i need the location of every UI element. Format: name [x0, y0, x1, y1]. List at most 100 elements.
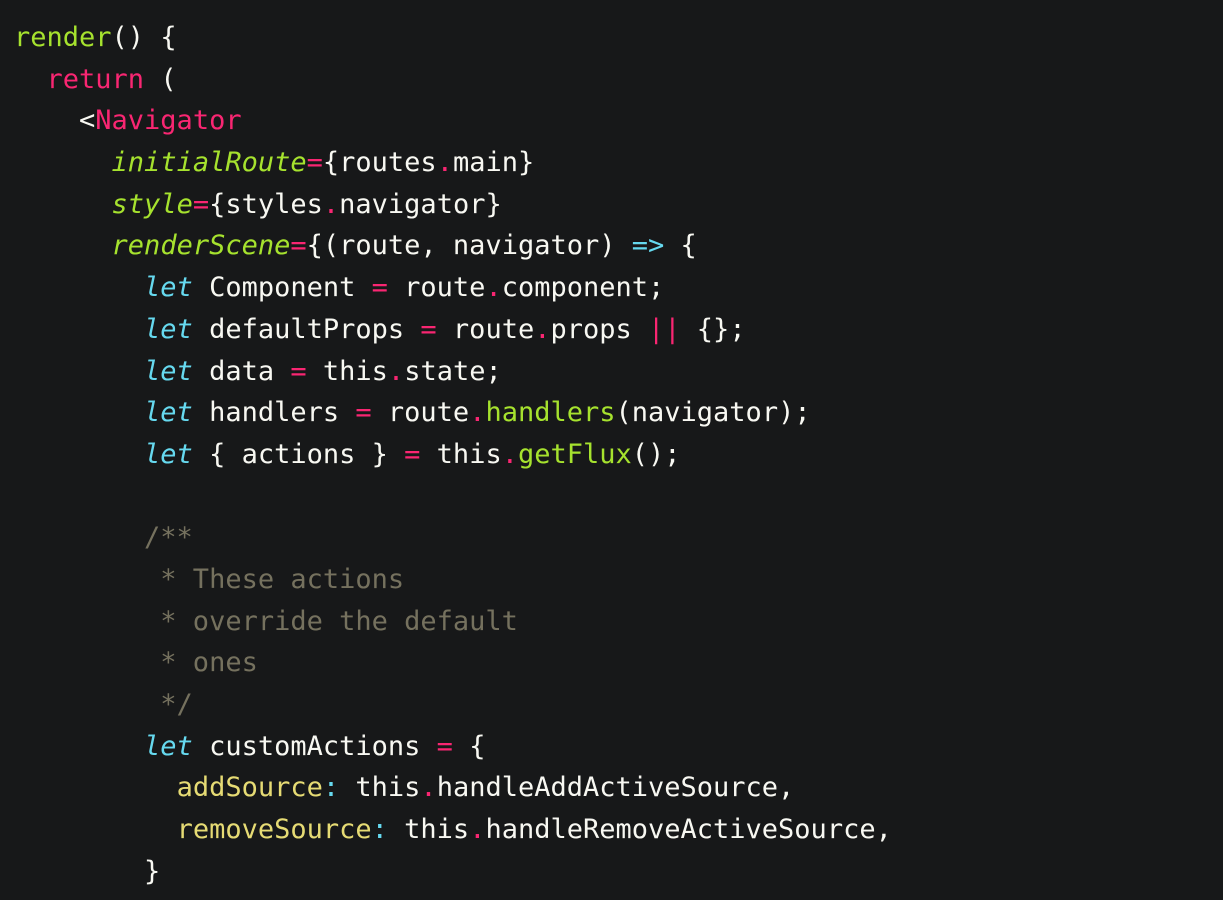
code-token: . — [485, 272, 502, 304]
code-token: let — [144, 438, 193, 470]
code-token: {styles — [209, 188, 323, 220]
code-token: = — [420, 313, 437, 345]
code-line: return ( — [14, 59, 892, 101]
code-token: = — [371, 272, 388, 304]
code-token: = — [290, 230, 307, 262]
code-token: (navigator); — [615, 397, 811, 429]
code-token: || — [648, 313, 681, 345]
code-token: state; — [404, 355, 502, 387]
code-line: <Navigator — [14, 100, 892, 142]
code-token: : — [371, 814, 388, 846]
code-token: this — [306, 355, 388, 387]
code-line: * override the default — [14, 601, 892, 643]
code-line: renderScene={(route, navigator) => { — [14, 225, 892, 267]
code-token: renderScene — [111, 230, 291, 262]
code-token: getFlux — [517, 438, 632, 470]
code-token: let — [144, 355, 193, 387]
code-line: */ — [14, 684, 892, 726]
code-token: . — [469, 814, 486, 846]
code-token: navigator} — [339, 188, 502, 220]
code-token: {routes — [322, 147, 437, 179]
code-token: main} — [452, 147, 535, 179]
code-line: let handlers = route.handlers(navigator)… — [14, 392, 892, 434]
code-token: * These actions — [14, 563, 405, 595]
code-token: route — [387, 272, 486, 304]
code-token: Component — [192, 272, 372, 304]
code-line: * These actions — [14, 559, 892, 601]
code-token: handlers — [192, 397, 356, 429]
code-token: { — [664, 230, 697, 262]
code-line: let customActions = { — [14, 726, 892, 768]
code-token: initialRoute — [111, 147, 307, 179]
code-token: ( — [144, 63, 177, 95]
code-line: style={styles.navigator} — [14, 184, 892, 226]
code-line: addSource: this.handleAddActiveSource, — [14, 767, 892, 809]
code-line: render() { — [14, 17, 892, 59]
code-token: route — [371, 397, 470, 429]
code-token: props — [550, 313, 649, 345]
code-token: = — [290, 355, 307, 387]
code-view[interactable]: render() { return ( <Navigator initialRo… — [14, 17, 892, 892]
code-token: data — [192, 355, 291, 387]
code-token: let — [144, 313, 193, 345]
code-token: handleRemoveActiveSource, — [485, 814, 892, 846]
code-line: let data = this.state; — [14, 351, 892, 393]
code-line: initialRoute={routes.main} — [14, 142, 892, 184]
code-token: let — [144, 397, 193, 429]
code-token: /** — [14, 522, 193, 554]
code-token: handlers — [485, 397, 616, 429]
code-token: {}; — [680, 313, 746, 345]
code-token: . — [534, 313, 551, 345]
code-token: defaultProps — [192, 313, 421, 345]
code-token: {(route, navigator) — [306, 230, 632, 262]
code-line: let { actions } = this.getFlux(); — [14, 434, 892, 476]
code-token: } — [14, 855, 161, 887]
code-token: customActions — [192, 730, 437, 762]
code-token: . — [420, 772, 437, 804]
code-token: = — [306, 147, 323, 179]
code-token: removeSource — [176, 814, 372, 846]
code-line: * ones — [14, 642, 892, 684]
code-token: Navigator — [95, 105, 242, 137]
code-token: { actions } — [192, 438, 405, 470]
code-token: = — [192, 188, 210, 220]
code-token: => — [631, 230, 665, 262]
code-line: removeSource: this.handleRemoveActiveSou… — [14, 809, 892, 851]
code-token: return — [46, 63, 145, 95]
code-token: * ones — [14, 647, 258, 679]
code-token: this — [387, 814, 470, 846]
code-token: addSource — [176, 772, 323, 804]
code-token: this — [339, 772, 421, 804]
code-token: handleAddActiveSource, — [436, 772, 795, 804]
code-token: this — [420, 438, 502, 470]
code-editor[interactable]: render() { return ( <Navigator initialRo… — [0, 0, 1223, 900]
code-token: let — [144, 730, 193, 762]
code-token: = — [436, 730, 453, 762]
code-token: */ — [14, 689, 193, 720]
code-line: let defaultProps = route.props || {}; — [14, 309, 892, 351]
code-token: () { — [111, 22, 177, 53]
code-token: component; — [501, 272, 665, 304]
code-token: (); — [631, 438, 681, 470]
code-line: let Component = route.component; — [14, 267, 892, 309]
code-token: < — [14, 105, 96, 137]
code-token: = — [355, 397, 372, 429]
code-token: render — [14, 22, 112, 53]
code-token: { — [452, 730, 486, 762]
code-token: . — [501, 438, 518, 470]
code-token: style — [111, 188, 193, 220]
code-line: } — [14, 851, 892, 893]
